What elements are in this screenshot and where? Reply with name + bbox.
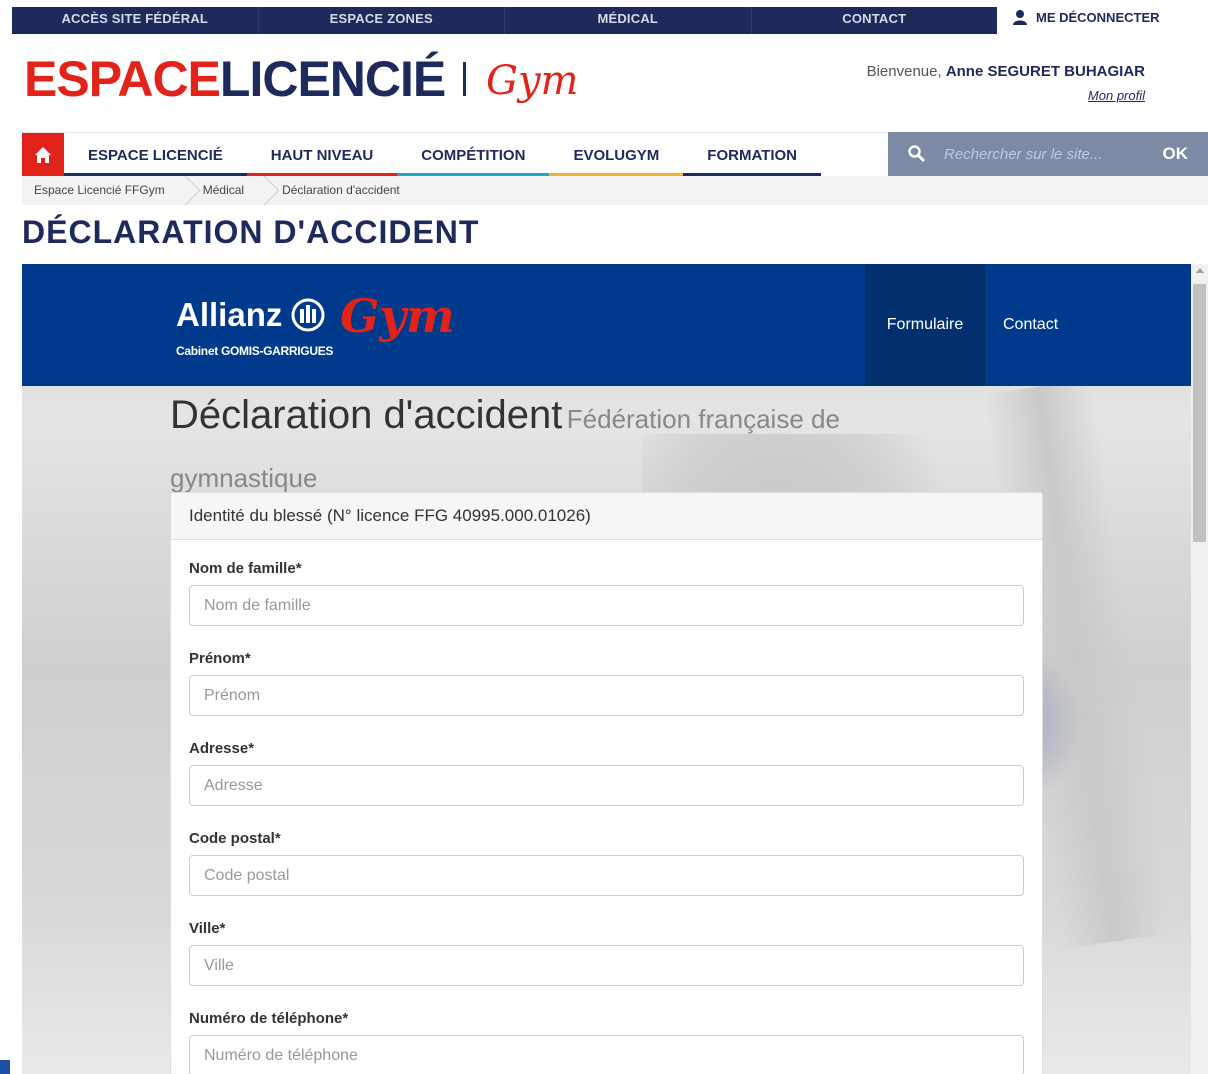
topbar-link-contact[interactable]: CONTACT: [752, 7, 998, 34]
topbar-link-espace-zones[interactable]: ESPACE ZONES: [259, 7, 505, 34]
search-bar: OK: [888, 132, 1208, 176]
field-label: Numéro de téléphone*: [189, 1010, 349, 1027]
logout-label: ME DÉCONNECTER: [1036, 9, 1160, 25]
allianz-name: Allianz: [176, 296, 283, 333]
nav-haut-niveau[interactable]: HAUT NIVEAU: [246, 133, 398, 177]
site-logo[interactable]: ESPACE LICENCIÉ Gym: [24, 54, 594, 104]
logo-divider: [463, 62, 467, 96]
identity-form: Nom de famille* Prénom* Adresse* Code po…: [171, 540, 1042, 1074]
address-input[interactable]: [189, 765, 1024, 806]
nav-competition[interactable]: COMPÉTITION: [397, 133, 550, 177]
tab-contact[interactable]: Contact: [985, 264, 1081, 386]
corner-marker: [0, 1060, 10, 1074]
breadcrumb: Espace Licencié FFGym Médical Déclaratio…: [22, 176, 1208, 205]
field-label: Code postal*: [189, 830, 281, 847]
field-label: Ville*: [189, 920, 226, 937]
field-city: Ville*: [189, 920, 1024, 1010]
user-icon: [1013, 10, 1027, 25]
last-name-input[interactable]: [189, 585, 1024, 626]
field-label: Adresse*: [189, 740, 255, 757]
scroll-up-arrow[interactable]: [1196, 268, 1204, 273]
breadcrumb-item[interactable]: Médical: [191, 176, 256, 205]
breadcrumb-separator: [177, 176, 191, 205]
nav-espace-licencie[interactable]: ESPACE LICENCIÉ: [64, 133, 247, 177]
nav-evolugym[interactable]: EVOLUGYM: [549, 133, 684, 177]
tab-formulaire[interactable]: Formulaire: [865, 264, 985, 386]
breadcrumb-separator: [256, 176, 270, 205]
profile-link[interactable]: Mon profil: [867, 88, 1145, 103]
allianz-cabinet: Cabinet GOMIS-GARRIGUES: [176, 344, 334, 358]
ffgym-logo-text: Gym: [486, 58, 578, 104]
breadcrumb-item[interactable]: Espace Licencié FFGym: [22, 176, 177, 205]
welcome-block: Bienvenue, Anne SEGURET BUHAGIAR Mon pro…: [867, 63, 1145, 103]
top-utility-bar: ACCÈS SITE FÉDÉRAL ESPACE ZONES MÉDICAL …: [12, 7, 997, 34]
field-label: Prénom*: [189, 650, 251, 667]
nav-formation[interactable]: FORMATION: [683, 133, 821, 177]
home-icon: [35, 147, 51, 163]
ffgym-frame-logo-text: Gym: [340, 289, 455, 342]
frame-scrollbar[interactable]: [1191, 264, 1208, 1074]
welcome-text: Bienvenue,: [866, 63, 942, 80]
home-button[interactable]: [22, 133, 64, 177]
field-first-name: Prénom*: [189, 650, 1024, 740]
scroll-thumb[interactable]: [1193, 284, 1206, 542]
frame-nav: Formulaire Contact: [865, 264, 1191, 386]
topbar-link-site-federal[interactable]: ACCÈS SITE FÉDÉRAL: [12, 7, 259, 34]
first-name-input[interactable]: [189, 675, 1024, 716]
form-heading-main: Déclaration d'accident: [170, 393, 563, 437]
field-phone: Numéro de téléphone*: [189, 1010, 1024, 1074]
field-label: Nom de famille*: [189, 560, 302, 577]
embedded-form-frame: Allianz Gym Cabinet GOMIS-GARRIGUES Form…: [22, 264, 1191, 1074]
search-icon: [908, 145, 925, 162]
city-input[interactable]: [189, 945, 1024, 986]
page-title: DÉCLARATION D'ACCIDENT: [22, 214, 480, 250]
field-address: Adresse*: [189, 740, 1024, 830]
phone-input[interactable]: [189, 1035, 1024, 1074]
search-input[interactable]: [944, 145, 1155, 163]
user-name: Anne SEGURET BUHAGIAR: [945, 63, 1145, 80]
allianz-logo[interactable]: Allianz Gym Cabinet GOMIS-GARRIGUES: [176, 288, 470, 358]
allianz-eagle-icon: [291, 298, 325, 332]
ffgym-frame-logo: Gym: [340, 289, 455, 342]
ffgym-logo: Gym: [486, 58, 578, 104]
panel-title: Identité du blessé (N° licence FFG 40995…: [171, 493, 1042, 540]
logout-button[interactable]: ME DÉCONNECTER: [1012, 9, 1160, 25]
logo-espace-text: ESPACE: [24, 51, 221, 107]
topbar-link-medical[interactable]: MÉDICAL: [505, 7, 752, 34]
field-last-name: Nom de famille*: [189, 560, 1024, 650]
identity-panel: Identité du blessé (N° licence FFG 40995…: [170, 492, 1043, 1074]
allianz-header: Allianz Gym Cabinet GOMIS-GARRIGUES Form…: [22, 264, 1191, 386]
breadcrumb-current: Déclaration d'accident: [282, 183, 400, 197]
search-submit-button[interactable]: OK: [1163, 144, 1189, 164]
postal-code-input[interactable]: [189, 855, 1024, 896]
logo-licencie-text: LICENCIÉ: [219, 51, 446, 107]
field-postal-code: Code postal*: [189, 830, 1024, 920]
